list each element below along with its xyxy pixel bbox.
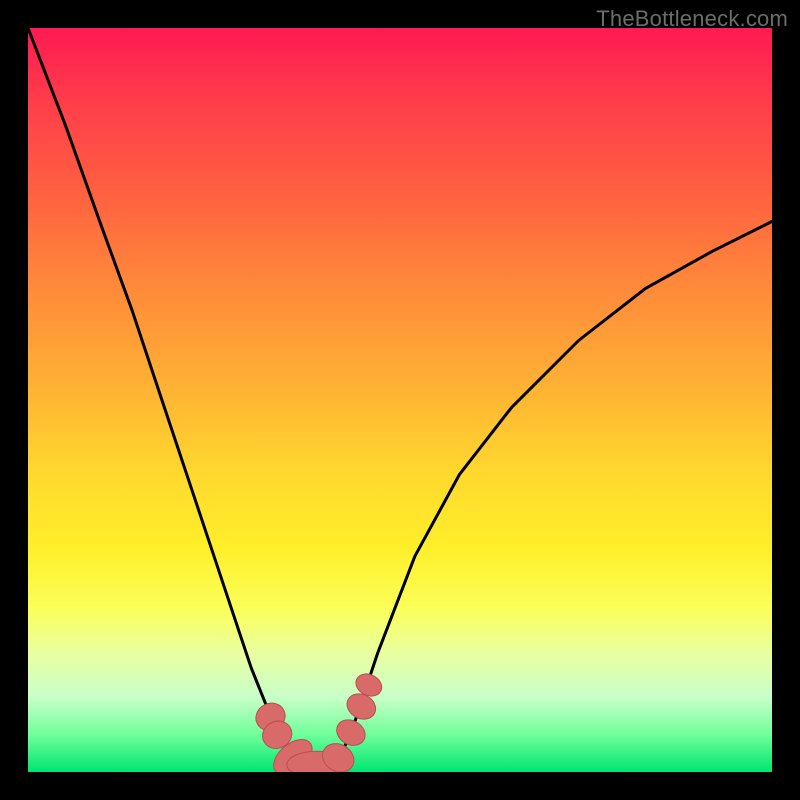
bottleneck-curve	[28, 28, 772, 765]
curve-path	[28, 28, 772, 765]
chart-svg	[28, 28, 772, 772]
outer-frame: TheBottleneck.com	[0, 0, 800, 800]
plot-area	[28, 28, 772, 772]
marker-layer	[251, 670, 385, 772]
watermark-text: TheBottleneck.com	[596, 6, 788, 32]
